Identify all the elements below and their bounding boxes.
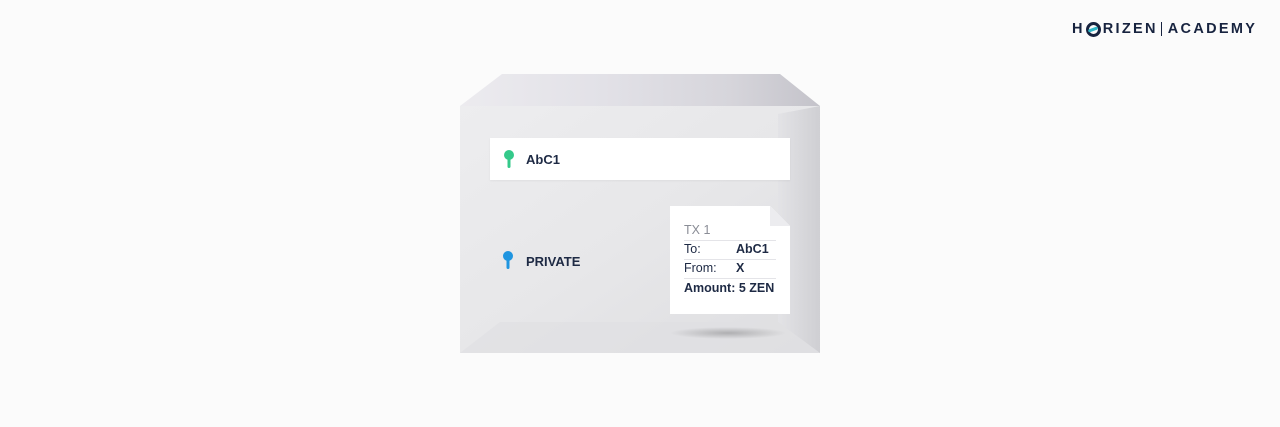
amount-value: 5 ZEN	[738, 281, 775, 295]
from-value: X	[736, 261, 745, 275]
green-key-icon	[504, 150, 514, 168]
transaction-title-row: TX 1	[684, 220, 776, 241]
transaction-amount-row: Amount: 5 ZEN	[684, 278, 776, 298]
to-value: AbC1	[736, 242, 769, 256]
amount-key: Amount:	[684, 281, 736, 295]
transaction-to-row: To: AbC1	[684, 239, 776, 260]
envelope-illustration	[460, 74, 820, 353]
to-key: To:	[684, 242, 701, 256]
from-key: From:	[684, 261, 717, 275]
address-label: AbC1	[526, 152, 560, 167]
blue-key-icon	[503, 251, 513, 269]
transaction-card: TX 1 To: AbC1 From: X Amount: 5 ZEN	[670, 206, 790, 314]
transaction-from-row: From: X	[684, 258, 776, 279]
private-label: PRIVATE	[526, 254, 581, 269]
address-field: AbC1	[490, 138, 790, 180]
transaction-title: TX 1	[684, 223, 711, 237]
document-shadow	[670, 327, 786, 339]
envelope-flap	[460, 74, 820, 106]
